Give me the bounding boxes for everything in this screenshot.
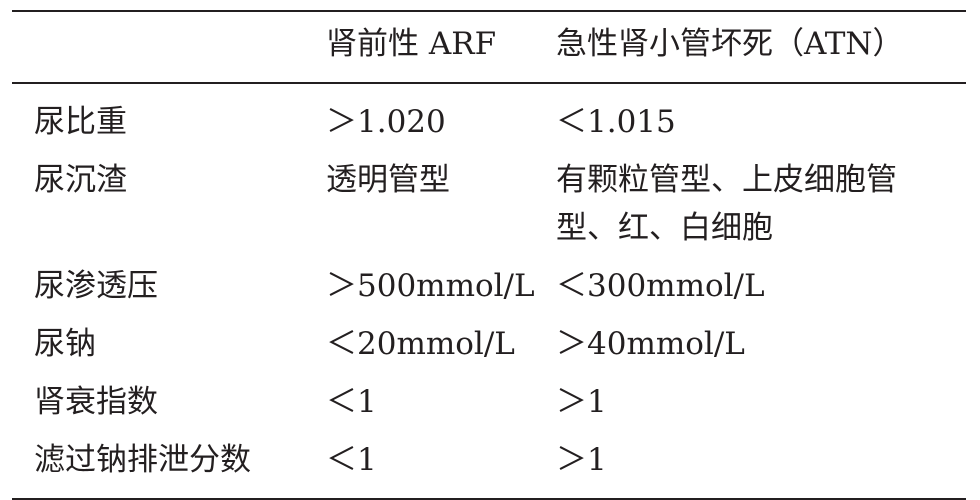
atn-value: ＞1 [556, 383, 607, 420]
row-label: 尿沉渣 [34, 161, 127, 198]
row-label: 尿渗透压 [34, 267, 158, 304]
table-row: 尿渗透压 ＞500mmol/L ＜300mmol/L [12, 258, 966, 316]
header-cell-prerenal-arf: 肾前性 ARF [326, 26, 497, 62]
prerenal-value: ＜1 [326, 441, 377, 478]
row-label: 尿钠 [34, 325, 96, 362]
prerenal-value: ＞500mmol/L [326, 267, 535, 304]
atn-value: ＞1 [556, 441, 607, 478]
table-row: 尿钠 ＜20mmol/L ＞40mmol/L [12, 316, 966, 374]
header-cell-empty [12, 12, 318, 82]
prerenal-value: 透明管型 [326, 161, 450, 198]
table-row: 尿比重 ＞1.020 ＜1.015 [12, 84, 966, 152]
row-label: 尿比重 [34, 103, 127, 140]
header-cell-atn: 急性肾小管坏死（ATN） [556, 26, 904, 62]
row-label: 肾衰指数 [34, 383, 158, 420]
comparison-table: 肾前性 ARF 急性肾小管坏死（ATN） 尿比重 ＞1.020 ＜1.015 尿… [12, 10, 966, 500]
row-label: 滤过钠排泄分数 [34, 441, 251, 478]
atn-value: ＜300mmol/L [556, 267, 765, 304]
prerenal-value: ＜1 [326, 383, 377, 420]
atn-value: ＞40mmol/L [556, 325, 745, 362]
table-row: 尿沉渣 透明管型 有颗粒管型、上皮细胞管型、红、白细胞 [12, 152, 966, 258]
prerenal-value: ＜20mmol/L [326, 325, 515, 362]
table-header: 肾前性 ARF 急性肾小管坏死（ATN） [12, 12, 966, 82]
header-row: 肾前性 ARF 急性肾小管坏死（ATN） [12, 12, 966, 82]
table-row: 滤过钠排泄分数 ＜1 ＞1 [12, 432, 966, 498]
atn-value: 有颗粒管型、上皮细胞管型、红、白细胞 [556, 161, 897, 246]
table-row: 肾衰指数 ＜1 ＞1 [12, 374, 966, 432]
table-body: 尿比重 ＞1.020 ＜1.015 尿沉渣 透明管型 有颗粒管型、上皮细胞管型、… [12, 84, 966, 498]
atn-value: ＜1.015 [556, 103, 676, 140]
prerenal-value: ＞1.020 [326, 103, 446, 140]
